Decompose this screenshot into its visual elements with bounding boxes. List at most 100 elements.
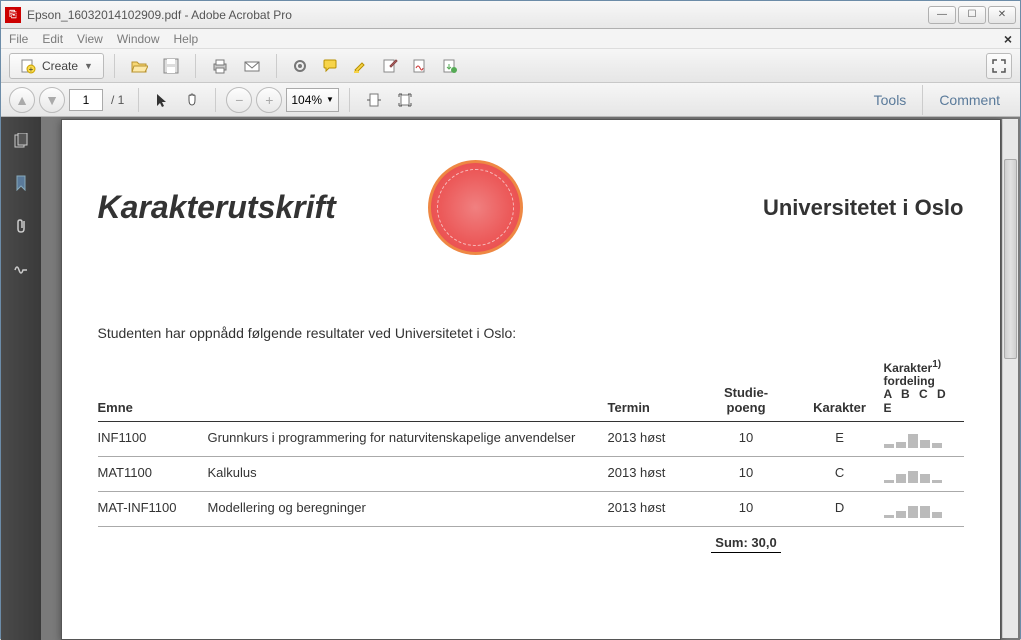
expand-icon (992, 59, 1006, 73)
header-karakter: Karakter (802, 355, 884, 421)
dropdown-arrow-icon: ▼ (326, 95, 334, 104)
table-row: MAT-INF1100Modellering og beregninger201… (98, 491, 964, 526)
bookmark-icon (14, 175, 28, 191)
course-grade: C (802, 456, 884, 491)
pages-icon (13, 133, 29, 149)
header-termin: Termin (608, 355, 697, 421)
course-code: INF1100 (98, 421, 208, 456)
signatures-panel-button[interactable] (11, 257, 31, 277)
speech-bubble-icon (322, 58, 338, 74)
comment-panel-button[interactable]: Comment (927, 92, 1012, 108)
grade-distribution (884, 456, 964, 491)
thumbnails-panel-button[interactable] (11, 131, 31, 151)
menu-window[interactable]: Window (117, 32, 160, 46)
zoom-in-button[interactable]: + (256, 87, 282, 113)
note-button[interactable] (317, 53, 343, 79)
university-name: Universitetet i Oslo (763, 195, 964, 221)
intro-text: Studenten har oppnådd følgende resultate… (98, 325, 964, 341)
course-name: Grunnkurs i programmering for naturviten… (208, 421, 608, 456)
course-name: Modellering og beregninger (208, 491, 608, 526)
fit-width-icon (365, 92, 383, 108)
highlighter-icon (352, 58, 368, 74)
settings-button[interactable] (287, 53, 313, 79)
tools-panel-button[interactable]: Tools (862, 92, 919, 108)
hand-tool-button[interactable] (179, 87, 205, 113)
page-total-label: / 1 (107, 93, 128, 107)
menu-bar: File Edit View Window Help × (1, 29, 1020, 49)
menu-view[interactable]: View (77, 32, 103, 46)
app-icon: ⎘ (5, 7, 21, 23)
table-row: INF1100Grunnkurs i programmering for nat… (98, 421, 964, 456)
combine-button[interactable] (437, 53, 463, 79)
fit-page-icon (397, 92, 413, 108)
zoom-out-button[interactable]: − (226, 87, 252, 113)
course-credits: 10 (696, 456, 801, 491)
course-code: MAT-INF1100 (98, 491, 208, 526)
document-arrow-icon (442, 58, 458, 74)
menu-help[interactable]: Help (174, 32, 199, 46)
highlight-button[interactable] (347, 53, 373, 79)
nav-side-panel (1, 117, 41, 640)
course-name: Kalkulus (208, 456, 608, 491)
form-button[interactable] (377, 53, 403, 79)
next-page-button[interactable]: ▼ (39, 87, 65, 113)
printer-icon (211, 57, 229, 75)
minimize-button[interactable]: — (928, 6, 956, 24)
save-button[interactable] (157, 53, 185, 79)
course-code: MAT1100 (98, 456, 208, 491)
header-emne: Emne (98, 355, 608, 421)
navigation-toolbar: ▲ ▼ / 1 − + 104% ▼ Tools Comment (1, 83, 1020, 117)
scrollbar-thumb[interactable] (1004, 159, 1017, 359)
signature-icon (13, 260, 29, 274)
cursor-text-icon (154, 92, 170, 108)
document-viewport[interactable]: Karakterutskrift Universitetet i Oslo St… (41, 117, 1020, 640)
bookmarks-panel-button[interactable] (11, 173, 31, 193)
menu-edit[interactable]: Edit (42, 32, 63, 46)
window-title: Epson_16032014102909.pdf - Adobe Acrobat… (27, 8, 928, 22)
open-button[interactable] (125, 53, 153, 79)
main-toolbar: + Create ▼ (1, 49, 1020, 83)
print-button[interactable] (206, 53, 234, 79)
title-bar: ⎘ Epson_16032014102909.pdf - Adobe Acrob… (1, 1, 1020, 29)
email-button[interactable] (238, 53, 266, 79)
close-button[interactable]: ✕ (988, 6, 1016, 24)
document-pen-icon (382, 58, 398, 74)
zoom-level-select[interactable]: 104% ▼ (286, 88, 339, 112)
grade-distribution (884, 491, 964, 526)
grades-table: Emne Termin Studie- poeng Karakter Karak… (98, 355, 964, 561)
reading-mode-button[interactable] (986, 53, 1012, 79)
university-seal (428, 160, 523, 255)
envelope-icon (243, 57, 261, 75)
document-close-button[interactable]: × (1004, 31, 1012, 47)
vertical-scrollbar[interactable] (1002, 119, 1018, 638)
create-pdf-icon: + (20, 58, 36, 74)
header-studiepoeng: Studie- poeng (696, 355, 801, 421)
course-term: 2013 høst (608, 456, 697, 491)
content-area: Karakterutskrift Universitetet i Oslo St… (1, 117, 1020, 640)
sign-button[interactable] (407, 53, 433, 79)
menu-file[interactable]: File (9, 32, 28, 46)
folder-open-icon (130, 57, 148, 75)
pdf-page: Karakterutskrift Universitetet i Oslo St… (61, 119, 1001, 640)
fit-width-button[interactable] (360, 87, 388, 113)
table-row: MAT1100Kalkulus2013 høst10C (98, 456, 964, 491)
floppy-disk-icon (162, 57, 180, 75)
paperclip-icon (14, 217, 28, 233)
select-tool-button[interactable] (149, 87, 175, 113)
create-button[interactable]: + Create ▼ (9, 53, 104, 79)
document-signature-icon (412, 58, 428, 74)
course-grade: E (802, 421, 884, 456)
document-title: Karakterutskrift (98, 189, 428, 226)
fit-page-button[interactable] (392, 87, 418, 113)
attachments-panel-button[interactable] (11, 215, 31, 235)
header-fordeling: Karakter1) fordeling A B C D E (884, 355, 964, 421)
course-term: 2013 høst (608, 421, 697, 456)
maximize-button[interactable]: ☐ (958, 6, 986, 24)
hand-icon (184, 92, 200, 108)
prev-page-button[interactable]: ▲ (9, 87, 35, 113)
course-credits: 10 (696, 421, 801, 456)
course-credits: 10 (696, 491, 801, 526)
dropdown-arrow-icon: ▼ (84, 61, 93, 71)
page-number-input[interactable] (69, 89, 103, 111)
course-grade: D (802, 491, 884, 526)
